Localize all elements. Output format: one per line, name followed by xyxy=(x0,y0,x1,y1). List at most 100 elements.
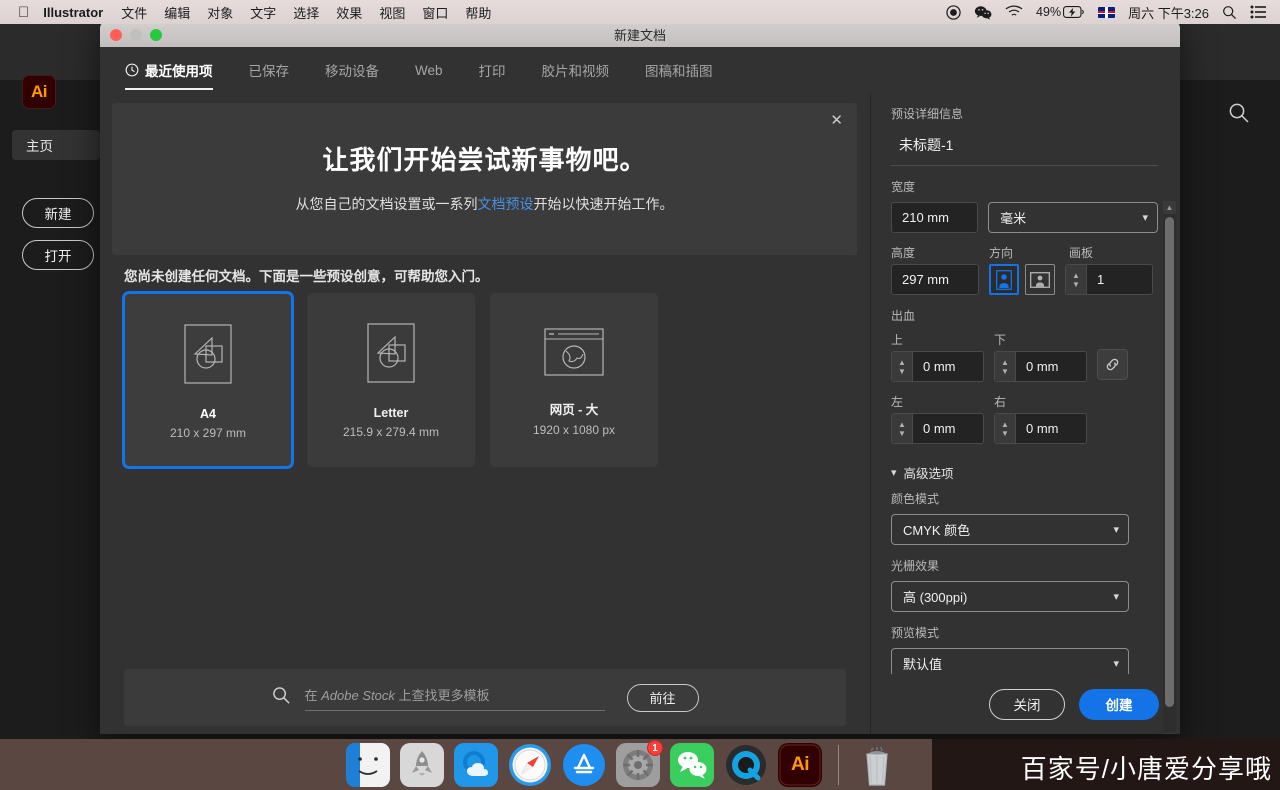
tab-film-video-label: 胶片和视频 xyxy=(541,64,610,79)
new-document-button[interactable]: 新建 xyxy=(22,198,94,228)
menu-bar-status-area: 49% 周六 下午3:26 xyxy=(946,3,1272,22)
quicktime-icon[interactable] xyxy=(724,743,768,787)
stock-placeholder-suffix: 上查找更多模板 xyxy=(394,687,490,703)
spotlight-search-icon[interactable] xyxy=(1222,5,1237,20)
orientation-label: 方向 xyxy=(989,246,1014,260)
width-input[interactable]: 210 mm xyxy=(891,202,979,233)
tab-mobile[interactable]: 移动设备 xyxy=(325,47,397,93)
portrait-orientation-icon[interactable] xyxy=(989,264,1019,295)
menu-item-file[interactable]: 文件 xyxy=(121,3,147,22)
wechat-icon[interactable] xyxy=(974,5,992,20)
stock-search-input[interactable]: 在 Adobe Stock 上查找更多模板 xyxy=(304,685,605,711)
tab-print[interactable]: 打印 xyxy=(479,47,524,93)
height-label: 高度 xyxy=(891,246,916,260)
tab-web[interactable]: Web xyxy=(415,47,461,93)
chevron-down-icon[interactable]: ▼ xyxy=(898,367,906,376)
scrollbar-up-arrow-icon[interactable]: ▲ xyxy=(1163,201,1176,214)
menu-item-view[interactable]: 视图 xyxy=(379,3,405,22)
macos-menu-bar:  Illustrator 文件 编辑 对象 文字 选择 效果 视图 窗口 帮助 xyxy=(0,0,1280,24)
dialog-body: ✕ 让我们开始尝试新事物吧。 从您自己的文档设置或一系列文档预设开始以快速开始工… xyxy=(100,93,1180,734)
chevron-up-icon[interactable]: ▲ xyxy=(898,420,906,429)
document-presets-link[interactable]: 文档预设 xyxy=(478,196,534,212)
tab-film-video[interactable]: 胶片和视频 xyxy=(542,47,628,93)
safari-icon[interactable] xyxy=(508,743,552,787)
tab-recent[interactable]: 最近使用项 xyxy=(125,47,231,93)
bleed-bottom-stepper[interactable]: ▲ ▼ 0 mm xyxy=(994,351,1087,382)
close-button[interactable]: 关闭 xyxy=(989,688,1065,720)
menu-app-name[interactable]: Illustrator xyxy=(43,5,103,20)
screen-record-icon[interactable] xyxy=(946,4,961,20)
open-document-button[interactable]: 打开 xyxy=(22,240,94,270)
menu-item-object[interactable]: 对象 xyxy=(207,3,233,22)
sidebar-item-home[interactable]: 主页 xyxy=(12,130,100,160)
close-icon[interactable]: ✕ xyxy=(830,113,843,128)
landscape-orientation-icon[interactable] xyxy=(1025,264,1055,295)
artboards-stepper[interactable]: ▲ ▼ 1 xyxy=(1065,264,1153,295)
units-select[interactable]: 毫米 ▾ xyxy=(988,202,1158,233)
stepper-arrows[interactable]: ▲ ▼ xyxy=(995,414,1016,443)
preset-card-letter[interactable]: Letter 215.9 x 279.4 mm xyxy=(307,293,475,467)
menu-item-help[interactable]: 帮助 xyxy=(465,3,491,22)
welcome-banner: ✕ 让我们开始尝试新事物吧。 从您自己的文档设置或一系列文档预设开始以快速开始工… xyxy=(112,103,857,255)
watermark-text: 百家号/小唐爱分享哦 xyxy=(1020,754,1272,784)
bleed-top-stepper[interactable]: ▲ ▼ 0 mm xyxy=(891,351,984,382)
menu-item-edit[interactable]: 编辑 xyxy=(164,3,190,22)
system-preferences-icon[interactable]: 1 xyxy=(616,740,663,787)
create-button[interactable]: 创建 xyxy=(1079,688,1159,720)
menu-item-select[interactable]: 选择 xyxy=(293,3,319,22)
search-icon xyxy=(272,686,291,710)
bleed-top-bottom-labels: 上 下 xyxy=(891,331,1087,348)
chevron-up-icon[interactable]: ▲ xyxy=(1001,358,1009,367)
preview-mode-select[interactable]: 默认值 ▾ xyxy=(891,648,1129,674)
finder-icon[interactable] xyxy=(346,743,390,787)
advanced-options-toggle[interactable]: ▾ 高级选项 xyxy=(891,463,1158,482)
bleed-right-stepper[interactable]: ▲ ▼ 0 mm xyxy=(994,413,1087,444)
chevron-down-icon[interactable]: ▼ xyxy=(1001,367,1009,376)
units-select-value: 毫米 xyxy=(1000,211,1027,226)
chevron-up-icon[interactable]: ▲ xyxy=(1072,271,1080,280)
battery-status[interactable]: 49% xyxy=(1036,5,1085,19)
menu-item-effect[interactable]: 效果 xyxy=(336,3,362,22)
chevron-up-icon[interactable]: ▲ xyxy=(898,358,906,367)
chevron-up-icon[interactable]: ▲ xyxy=(1001,420,1009,429)
bleed-left-right-labels: 左 右 xyxy=(891,393,1087,410)
tab-art-illustration[interactable]: 图稿和插图 xyxy=(645,47,731,93)
cloud-app-icon[interactable] xyxy=(454,743,498,787)
scrollbar-thumb[interactable] xyxy=(1165,217,1174,707)
app-store-icon[interactable] xyxy=(562,743,606,787)
stepper-arrows[interactable]: ▲ ▼ xyxy=(1066,265,1087,294)
preset-card-a4[interactable]: A4 210 x 297 mm xyxy=(122,291,294,469)
chevron-down-icon[interactable]: ▼ xyxy=(1001,429,1009,438)
new-document-dialog: 新建文档 最近使用项 已保存 移动设备 Web 打印 胶片和视频 图稿和插图 ✕… xyxy=(100,22,1180,734)
illustrator-icon[interactable]: Ai xyxy=(778,743,822,787)
wechat-icon[interactable] xyxy=(670,743,714,787)
uk-flag-icon[interactable] xyxy=(1098,6,1116,18)
dialog-tab-bar: 最近使用项 已保存 移动设备 Web 打印 胶片和视频 图稿和插图 xyxy=(100,47,1180,93)
height-input[interactable]: 297 mm xyxy=(891,264,979,295)
trash-icon[interactable] xyxy=(855,743,899,787)
preset-card-a4-title: A4 xyxy=(200,407,216,421)
color-mode-select[interactable]: CMYK 颜色 ▾ xyxy=(891,514,1129,545)
stepper-arrows[interactable]: ▲ ▼ xyxy=(995,352,1016,381)
control-center-icon[interactable] xyxy=(1250,5,1266,19)
preset-card-web-large[interactable]: 网页 - 大 1920 x 1080 px xyxy=(490,293,658,467)
launchpad-icon[interactable] xyxy=(400,743,444,787)
preset-details-scrollbar[interactable]: ▲ ▼ xyxy=(1163,201,1176,734)
stock-go-button[interactable]: 前往 xyxy=(626,683,699,712)
search-icon[interactable] xyxy=(1228,102,1250,129)
wifi-icon[interactable] xyxy=(1005,5,1023,19)
tab-saved[interactable]: 已保存 xyxy=(249,47,308,93)
bleed-left-stepper[interactable]: ▲ ▼ 0 mm xyxy=(891,413,984,444)
stepper-arrows[interactable]: ▲ ▼ xyxy=(892,414,913,443)
chevron-down-icon[interactable]: ▼ xyxy=(898,429,906,438)
tab-print-label: 打印 xyxy=(478,64,506,79)
link-icon[interactable] xyxy=(1097,349,1128,380)
stepper-arrows[interactable]: ▲ ▼ xyxy=(892,352,913,381)
menu-clock[interactable]: 周六 下午3:26 xyxy=(1128,3,1209,22)
raster-effects-select[interactable]: 高 (300ppi) ▾ xyxy=(891,581,1129,612)
chevron-down-icon[interactable]: ▼ xyxy=(1072,280,1080,289)
menu-item-window[interactable]: 窗口 xyxy=(422,3,448,22)
document-name-input[interactable]: 未标题-1 xyxy=(891,129,1158,166)
apple-icon[interactable]:  xyxy=(18,5,29,20)
menu-item-type[interactable]: 文字 xyxy=(250,3,276,22)
